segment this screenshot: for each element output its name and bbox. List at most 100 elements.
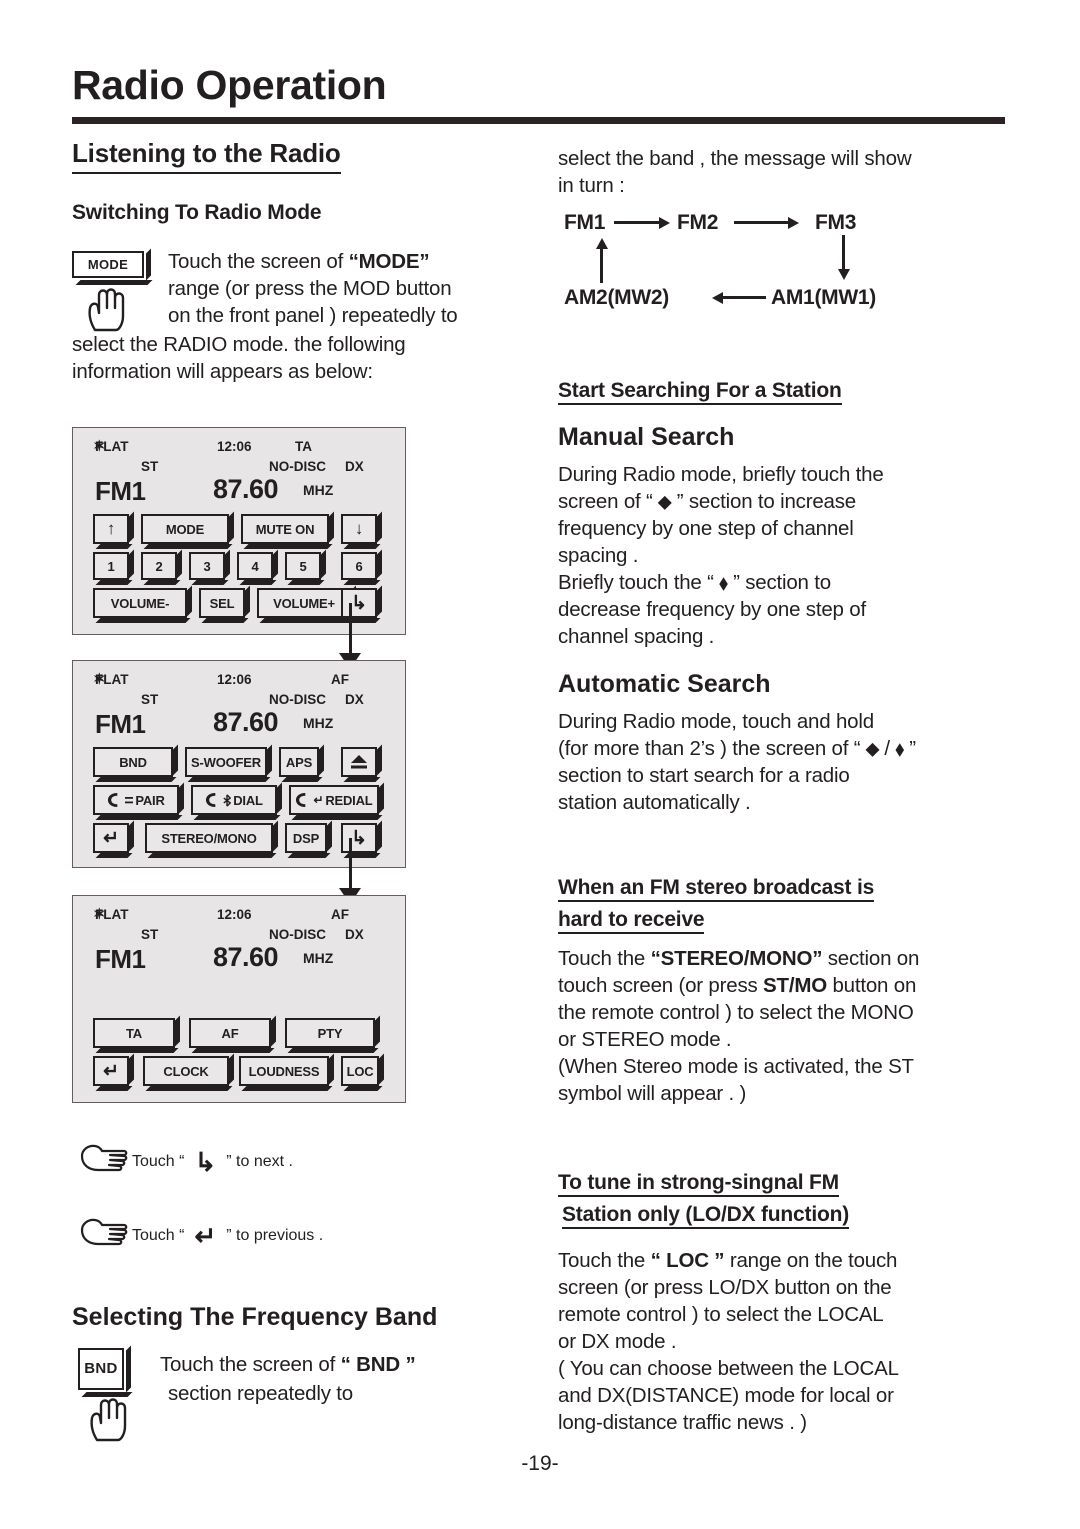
panel1-preset-5[interactable]: 5 bbox=[285, 552, 321, 580]
mode-instruction-line4: select the RADIO mode. the following bbox=[72, 333, 406, 356]
panel2-btn-dial[interactable]: DIAL bbox=[191, 785, 277, 815]
status-nodisc: NO-DISC bbox=[269, 459, 326, 474]
display-panel-1[interactable]: ✶ FLAT ST 12:06 TA NO-DISC DX FM1 87.60 … bbox=[72, 427, 406, 635]
status-flat: FLAT bbox=[95, 907, 129, 922]
stereo-line2-c: button on bbox=[826, 974, 917, 997]
manual-line5-a: Briefly touch the “ bbox=[558, 571, 720, 594]
panel2-btn-eject[interactable] bbox=[341, 747, 377, 777]
flow-arrow-fm2-fm3-head-icon bbox=[788, 216, 799, 229]
panel1-preset-4[interactable]: 4 bbox=[237, 552, 273, 580]
auto-line2-a: (for more than 2’s ) the screen of “ bbox=[558, 737, 866, 760]
panel3-btn-loudness[interactable]: LOUDNESS bbox=[239, 1056, 329, 1086]
panel2-btn-aps[interactable]: APS bbox=[279, 747, 319, 777]
panel1-btn-up[interactable]: ↑ bbox=[93, 514, 129, 544]
panel1-btn-volume-down[interactable]: VOLUME- bbox=[93, 588, 187, 618]
page-title: Radio Operation bbox=[72, 62, 387, 108]
stereo-line2-b: ST/MO bbox=[763, 974, 827, 997]
panel1-preset-6[interactable]: 6 bbox=[341, 552, 377, 580]
subheading-switching-mode: Switching To Radio Mode bbox=[72, 201, 322, 224]
band-flow-diagram: FM1 FM2 FM3 AM2(MW2) AM1(MW1) bbox=[558, 205, 1018, 315]
panel1-btn-sel[interactable]: SEL bbox=[199, 588, 245, 618]
mode-instruction-line3: on the front panel ) repeatedly to bbox=[168, 304, 458, 327]
status-nodisc: NO-DISC bbox=[269, 692, 326, 707]
panel1-preset-1[interactable]: 1 bbox=[93, 552, 129, 580]
flow-node-fm2: FM2 bbox=[677, 211, 719, 234]
panel2-btn-dsp[interactable]: DSP bbox=[285, 823, 327, 853]
flow-arrow-fm1-fm2-line bbox=[614, 221, 661, 224]
pointing-hand-down-icon bbox=[88, 288, 125, 332]
touch-previous-note: Touch “ ↵ ” to previous . bbox=[80, 1216, 323, 1255]
manual-page: Radio Operation Listening to the Radio S… bbox=[0, 0, 1080, 1529]
stereo-line1-c: section on bbox=[822, 947, 920, 970]
manual-line3: frequency by one step of channel bbox=[558, 517, 854, 540]
mode-key-graphic: MODE bbox=[72, 251, 144, 278]
flow-arrow-fm3-am1-line bbox=[842, 235, 845, 273]
touch-next-note: Touch “ ↳ ” to next . bbox=[80, 1142, 293, 1181]
panel1-preset-3[interactable]: 3 bbox=[189, 552, 225, 580]
panel3-btn-pty[interactable]: PTY bbox=[285, 1018, 375, 1048]
panel2-btn-bnd[interactable]: BND bbox=[93, 747, 173, 777]
panel3-btn-af[interactable]: AF bbox=[189, 1018, 271, 1048]
status-dx: DX bbox=[345, 692, 364, 707]
manual-line2-b: ” section to increase bbox=[671, 490, 856, 513]
panel2-btn-previous[interactable]: ↵ bbox=[93, 823, 129, 853]
panel1-to-panel2-connector bbox=[339, 603, 361, 669]
touch-previous-text-pre: Touch “ bbox=[132, 1226, 185, 1244]
panel2-btn-pair[interactable]: PAIR bbox=[93, 785, 179, 815]
heading-manual-search: Manual Search bbox=[558, 423, 735, 451]
flow-node-am2: AM2(MW2) bbox=[564, 286, 669, 309]
heading-fm-stereo-line2: hard to receive bbox=[558, 908, 705, 934]
manual-line5-b: ” section to bbox=[727, 571, 831, 594]
lodx-line5: ( You can choose between the LOCAL bbox=[558, 1357, 899, 1380]
panel2-btn-stereo-mono[interactable]: STEREO/MONO bbox=[145, 823, 273, 853]
flow-arrow-fm1-fm2-head-icon bbox=[659, 216, 670, 229]
auto-line4: station automatically . bbox=[558, 791, 751, 814]
panel1-preset-2[interactable]: 2 bbox=[141, 552, 177, 580]
status-flat: FLAT bbox=[95, 672, 129, 687]
stereo-line3: the remote control ) to select the MONO bbox=[558, 1001, 914, 1024]
lodx-line1-b: “ LOC ” bbox=[650, 1249, 725, 1272]
panel2-btn-swoofer[interactable]: S-WOOFER bbox=[185, 747, 267, 777]
subheading-selecting-band: Selecting The Frequency Band bbox=[72, 1303, 438, 1331]
panel1-btn-mode[interactable]: MODE bbox=[141, 514, 229, 544]
down-arrow-icon: ⬧ bbox=[895, 739, 904, 760]
redial-symbol-icon: ↵ bbox=[313, 793, 324, 807]
panel1-btn-down[interactable]: ↓ bbox=[341, 514, 377, 544]
slash-separator: / bbox=[878, 737, 896, 760]
lodx-line4: or DX mode . bbox=[558, 1330, 677, 1353]
band-indicator: FM1 bbox=[95, 944, 146, 974]
panel3-btn-clock[interactable]: CLOCK bbox=[143, 1056, 229, 1086]
flow-arrow-am1-am2-head-icon bbox=[712, 291, 723, 304]
panel3-btn-previous[interactable]: ↵ bbox=[93, 1056, 129, 1086]
status-clock: 12:06 bbox=[217, 672, 252, 687]
auto-line2-b: ” bbox=[903, 737, 916, 760]
manual-line2: screen of “ ⬥ ” section to increase bbox=[558, 489, 1028, 516]
panel1-btn-next[interactable]: ↳ bbox=[341, 588, 377, 618]
bnd-line1-a: Touch the screen of bbox=[160, 1353, 341, 1376]
status-st: ST bbox=[141, 692, 159, 707]
panel1-btn-mute[interactable]: MUTE ON bbox=[241, 514, 329, 544]
heading-lodx-line1: To tune in strong-singnal FM bbox=[558, 1171, 839, 1197]
up-arrow-icon: ⬥ bbox=[865, 739, 879, 760]
manual-line2-a: screen of “ bbox=[558, 490, 659, 513]
auto-line3: section to start search for a radio bbox=[558, 764, 850, 787]
next-arrow-icon: ↳ bbox=[194, 1146, 217, 1177]
manual-line5: Briefly touch the “ ⬧ ” section to bbox=[558, 570, 1028, 597]
panel3-btn-ta[interactable]: TA bbox=[93, 1018, 175, 1048]
band-intro-line1: select the band , the message will show bbox=[558, 147, 912, 170]
phone-dial-icon bbox=[206, 792, 216, 808]
display-panel-3[interactable]: ✶ FLAT ST 12:06 AF NO-DISC DX FM1 87.60 … bbox=[72, 895, 406, 1103]
panel1-btn-volume-up[interactable]: VOLUME+ bbox=[257, 588, 351, 618]
status-af: AF bbox=[331, 672, 349, 687]
lodx-line2: screen (or press LO/DX button on the bbox=[558, 1276, 892, 1299]
panel2-btn-redial[interactable]: ↵ REDIAL bbox=[289, 785, 379, 815]
panel2-btn-next[interactable]: ↳ bbox=[341, 823, 377, 853]
phone-pair-icon bbox=[108, 792, 118, 808]
lodx-line1-a: Touch the bbox=[558, 1249, 651, 1272]
lodx-line7: long-distance traffic news . ) bbox=[558, 1411, 807, 1434]
flow-node-am1: AM1(MW1) bbox=[771, 286, 876, 309]
panel3-btn-loc[interactable]: LOC bbox=[341, 1056, 379, 1086]
status-clock: 12:06 bbox=[217, 907, 252, 922]
mode-line1-a: Touch the screen of bbox=[168, 250, 349, 273]
display-panel-2[interactable]: ✶ FLAT ST 12:06 AF NO-DISC DX FM1 87.60 … bbox=[72, 660, 406, 868]
